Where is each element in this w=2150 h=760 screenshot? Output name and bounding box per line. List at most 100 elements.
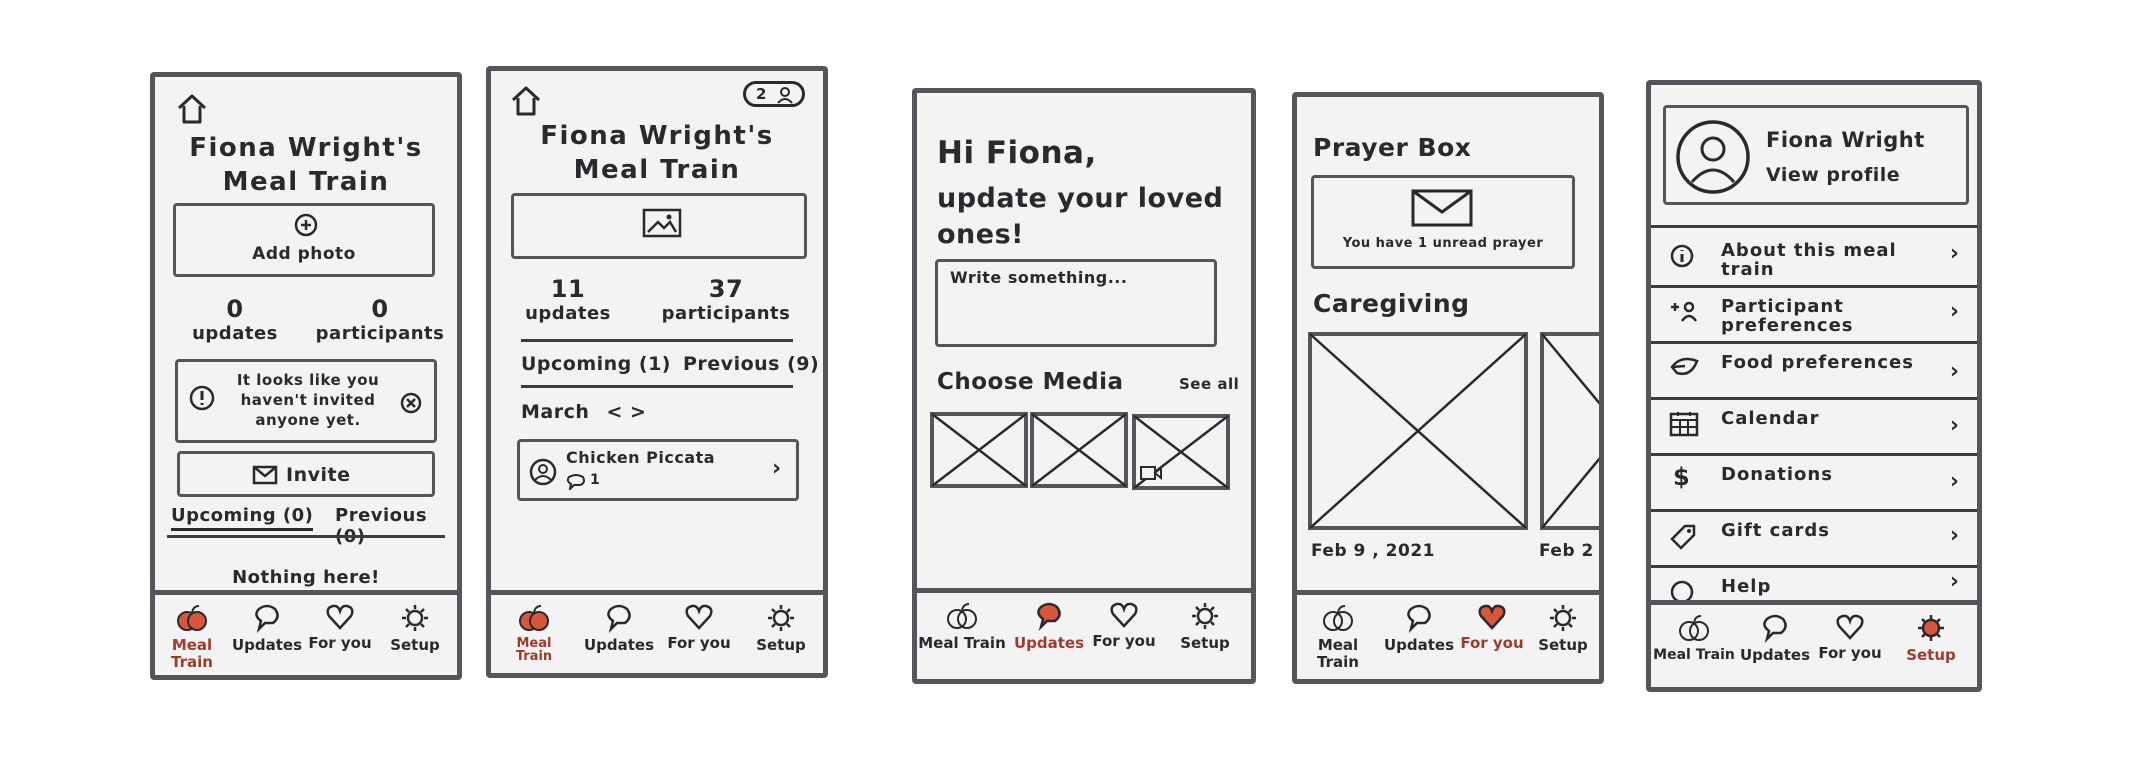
nav-updates[interactable]: Updates bbox=[1011, 593, 1087, 652]
meal-train-icon bbox=[519, 605, 549, 631]
screen-1-empty-meal-train: Fiona Wright's Meal Train Add photo 0 up… bbox=[150, 72, 462, 680]
nav-meal-train[interactable]: Meal Train bbox=[501, 595, 567, 663]
bottom-nav: Meal Train Updates For you Setup bbox=[1651, 600, 1977, 687]
nav-meal-train[interactable]: Meal Train bbox=[917, 593, 1007, 652]
chat-icon bbox=[607, 604, 631, 633]
participant-icon bbox=[1671, 301, 1698, 322]
invite-button[interactable]: Invite bbox=[177, 451, 435, 497]
nav-setup[interactable]: Setup bbox=[375, 595, 455, 654]
tab-previous[interactable]: Previous (9) bbox=[683, 353, 819, 375]
nav-updates[interactable]: Updates bbox=[1381, 595, 1457, 654]
participants-badge[interactable]: 2 bbox=[743, 81, 805, 107]
profile-card[interactable]: Fiona Wright View profile bbox=[1663, 105, 1969, 205]
view-profile-link[interactable]: View profile bbox=[1766, 164, 1900, 186]
prayer-box-heading: Prayer Box bbox=[1313, 133, 1472, 162]
nav-meal-train[interactable]: Meal Train bbox=[1297, 595, 1379, 671]
screen-2-meal-train: 2 Fiona Wright's Meal Train 11 updates 3… bbox=[486, 66, 828, 678]
nav-meal-train[interactable]: Meal Train bbox=[1651, 605, 1737, 664]
media-thumbnail-2[interactable] bbox=[1029, 411, 1129, 489]
heart-icon bbox=[326, 604, 354, 630]
nav-for-you[interactable]: For you bbox=[661, 595, 737, 652]
calendar-icon bbox=[1669, 412, 1699, 437]
nav-setup-label: Setup bbox=[756, 636, 806, 654]
nav-setup-label: Setup bbox=[390, 636, 440, 654]
month-label: March < > bbox=[521, 401, 647, 423]
meal-train-icon bbox=[177, 605, 207, 631]
nav-for-you[interactable]: For you bbox=[1089, 593, 1159, 650]
menu-item-about[interactable]: About this meal train › bbox=[1651, 229, 1977, 288]
heart-icon bbox=[1478, 604, 1506, 630]
menu-item-participant-preferences[interactable]: Participant preferences › bbox=[1651, 285, 1977, 344]
menu-label-food-preferences: Food preferences bbox=[1721, 352, 1914, 373]
plus-circle-icon bbox=[294, 213, 318, 237]
tab-upcoming[interactable]: Upcoming (0) bbox=[171, 505, 314, 531]
write-something-input[interactable]: Write something... bbox=[935, 259, 1217, 347]
tab-upcoming[interactable]: Upcoming (1) bbox=[521, 353, 671, 375]
nav-setup[interactable]: Setup bbox=[741, 595, 821, 654]
menu-item-donations[interactable]: $ Donations › bbox=[1651, 453, 1977, 512]
menu-label-calendar: Calendar bbox=[1721, 408, 1820, 429]
add-photo-label: Add photo bbox=[252, 244, 356, 264]
bottom-nav: Meal Train Updates For you Setup bbox=[491, 590, 823, 673]
menu-item-gift-cards[interactable]: Gift cards › bbox=[1651, 509, 1977, 568]
nav-setup[interactable]: Setup bbox=[1163, 593, 1247, 652]
menu-label-about: About this meal train bbox=[1721, 240, 1897, 280]
chevron-right-icon: › bbox=[1949, 241, 1959, 266]
page-title: Fiona Wright's Meal Train bbox=[540, 121, 774, 185]
media-thumbnail-3-video[interactable] bbox=[1131, 413, 1231, 491]
caregiving-image-1[interactable] bbox=[1307, 331, 1529, 531]
menu-item-food-preferences[interactable]: Food preferences › bbox=[1651, 341, 1977, 400]
chevron-right-icon: › bbox=[1949, 523, 1959, 548]
dollar-icon: $ bbox=[1673, 463, 1691, 491]
meal-train-icon bbox=[1323, 605, 1353, 631]
empty-state-text: Nothing here! bbox=[232, 567, 380, 588]
add-photo-button[interactable]: Add photo bbox=[173, 203, 435, 277]
bottom-nav: Meal Train Updates For you Setup bbox=[155, 590, 457, 675]
home-icon[interactable] bbox=[175, 93, 209, 125]
prayer-box-card[interactable]: You have 1 unread prayer bbox=[1311, 175, 1575, 269]
nav-updates[interactable]: Updates bbox=[581, 595, 657, 654]
caregiving-image-2[interactable] bbox=[1539, 331, 1604, 531]
profile-name: Fiona Wright bbox=[1766, 128, 1925, 152]
month-arrows[interactable]: < > bbox=[607, 401, 647, 423]
nav-for-you-label: For you bbox=[308, 634, 372, 652]
menu-item-calendar[interactable]: Calendar › bbox=[1651, 397, 1977, 456]
meal-card[interactable]: Chicken Piccata 1 › bbox=[517, 439, 799, 501]
nav-setup-label: Setup bbox=[1538, 636, 1588, 654]
meal-title: Chicken Piccata bbox=[566, 448, 716, 467]
tab-previous[interactable]: Previous (0) bbox=[335, 505, 457, 547]
nav-meal-train-label: Meal Train bbox=[918, 634, 1006, 652]
nav-meal-train[interactable]: Meal Train bbox=[157, 595, 227, 671]
menu-label-gift-cards: Gift cards bbox=[1721, 520, 1830, 541]
gear-icon bbox=[1192, 603, 1218, 629]
nav-updates[interactable]: Updates bbox=[229, 595, 305, 654]
close-icon[interactable] bbox=[400, 392, 422, 414]
nav-setup[interactable]: Setup bbox=[1889, 605, 1973, 664]
gear-icon bbox=[1918, 615, 1944, 641]
chat-icon bbox=[1037, 602, 1061, 631]
stats-divider bbox=[521, 339, 793, 342]
nav-updates[interactable]: Updates bbox=[1737, 605, 1813, 664]
menu-label-help: Help bbox=[1721, 576, 1772, 597]
nav-for-you-label: For you bbox=[1460, 634, 1524, 652]
nav-for-you-label: For you bbox=[1092, 632, 1156, 650]
stat-participants: 0 participants bbox=[315, 295, 445, 344]
menu-label-donations: Donations bbox=[1721, 464, 1833, 485]
unread-prayer-text: You have 1 unread prayer bbox=[1342, 236, 1544, 251]
home-icon[interactable] bbox=[509, 85, 543, 117]
nav-for-you[interactable]: For you bbox=[1459, 595, 1525, 652]
stat-updates: 0 updates bbox=[192, 295, 278, 344]
media-thumbnail-1[interactable] bbox=[929, 411, 1029, 489]
comment-icon bbox=[566, 474, 585, 490]
menu-label-participant-preferences: Participant preferences bbox=[1721, 296, 1854, 336]
nav-setup[interactable]: Setup bbox=[1525, 595, 1599, 654]
stat-participants: 37 participants bbox=[661, 275, 791, 324]
nav-for-you[interactable]: For you bbox=[307, 595, 373, 652]
nav-updates-label: Updates bbox=[1013, 634, 1085, 652]
meal-comment-count: 1 bbox=[590, 472, 601, 488]
chevron-right-icon: › bbox=[772, 456, 782, 481]
page-title: Fiona Wright's Meal Train bbox=[189, 133, 423, 197]
tab-divider bbox=[167, 535, 445, 538]
see-all-link[interactable]: See all bbox=[1179, 375, 1239, 393]
nav-for-you[interactable]: For you bbox=[1815, 605, 1885, 662]
